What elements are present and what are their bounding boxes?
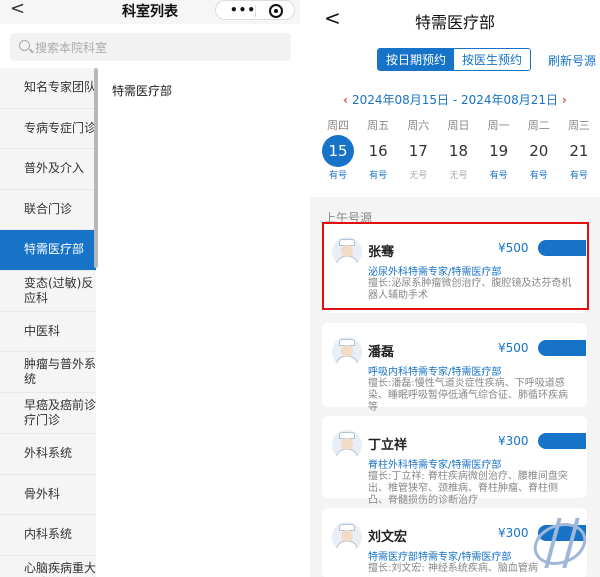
day-cell[interactable]: 周六 17 无号 [400, 117, 436, 181]
department-label: 心脑疾病重大风险预防预测 [24, 560, 97, 577]
next-week-icon[interactable]: › [562, 93, 567, 107]
mini-program-capsule: ••• [215, 0, 295, 20]
doctor-card[interactable]: 丁立祥 ¥300 脊柱外科特需专家/特需医疗部 擅长:丁立祥: 脊柱疾病微创治疗… [322, 416, 587, 506]
doctor-name: 刘文宏 [368, 530, 408, 545]
department-item[interactable]: 专病专症门诊 [0, 108, 97, 149]
department-label: 骨外科 [24, 486, 61, 501]
availability-status: 无号 [449, 171, 468, 181]
weekday-label: 周日 [447, 119, 470, 132]
department-item[interactable]: 知名专家团队 [0, 68, 96, 109]
prev-week-icon[interactable]: ‹ [343, 93, 348, 107]
left-header: < 科室列表 ••• [0, 0, 300, 24]
doctor-price: ¥300 [498, 526, 529, 540]
department-list-scrollbar[interactable] [94, 68, 98, 268]
date-number: 15 [322, 135, 354, 167]
department-item[interactable]: 变态(过敏)反应科 [0, 270, 96, 312]
day-cell[interactable]: 周四 15 有号 [320, 117, 356, 181]
sub-department-item[interactable]: 特需医疗部 [112, 82, 172, 99]
doctor-department: 脊柱外科特需专家/特需医疗部 [368, 460, 502, 471]
target-icon[interactable] [269, 4, 283, 18]
doctor-name: 丁立祥 [368, 438, 408, 453]
tab-by-doctor[interactable]: 按医生预约 [454, 49, 530, 70]
availability-status: 有号 [569, 171, 588, 181]
department-label: 联合门诊 [24, 201, 73, 216]
department-label: 早癌及癌前诊疗门诊 [24, 398, 97, 427]
department-label: 外科系统 [24, 446, 73, 461]
department-label: 变态(过敏)反应科 [24, 275, 94, 305]
weekday-label: 周二 [527, 119, 550, 132]
doctor-avatar [332, 430, 362, 460]
search-placeholder: 搜索本院科室 [35, 41, 108, 55]
weekday-label: 周五 [367, 119, 390, 132]
capsule-divider [255, 5, 256, 17]
availability-status: 无号 [409, 171, 428, 181]
doctor-specialty: 擅长:丁立祥: 脊柱疾病微创治疗、腰椎间盘突出、椎管狭窄、颈椎病、脊柱肿瘤、脊柱… [368, 471, 568, 506]
doctor-specialty: 擅长:潘磊:慢性气道炎症性疾病、下呼吸道感染、睡眠呼吸暂停低通气综合征、肺循环疾… [368, 378, 568, 413]
doctor-card[interactable]: 潘磊 ¥500 呼吸内科特需专家/特需医疗部 擅长:潘磊:慢性气道炎症性疾病、下… [322, 323, 587, 413]
watermark-logo [527, 515, 593, 573]
department-list: 知名专家团队 专病专症门诊 普外及介入 联合门诊 特需医疗部 变态(过敏)反应科… [0, 68, 96, 577]
department-label: 普外及介入 [24, 161, 85, 176]
department-item[interactable]: 心脑疾病重大风险预防预测 [0, 555, 97, 577]
weekday-label: 周四 [327, 119, 349, 132]
availability-status: 有号 [328, 171, 347, 181]
date-number: 16 [368, 142, 388, 160]
page-title: 特需医疗部 [414, 13, 495, 32]
department-label: 知名专家团队 [24, 80, 97, 95]
doctor-name: 潘磊 [368, 345, 395, 360]
day-cell[interactable]: 周二 20 有号 [521, 117, 557, 181]
more-icon[interactable]: ••• [230, 3, 256, 17]
search-icon [19, 40, 30, 51]
department-item[interactable]: 肿瘤与普外系统 [0, 352, 96, 393]
department-item[interactable]: 中医科 [0, 311, 96, 352]
date-number: 21 [569, 142, 589, 160]
date-number: 20 [529, 142, 549, 160]
highlight-box [322, 222, 589, 310]
doctor-avatar [332, 337, 362, 367]
date-number: 18 [448, 142, 469, 160]
department-item[interactable]: 早癌及癌前诊疗门诊 [0, 393, 96, 434]
department-label: 专病专症门诊 [24, 120, 97, 135]
availability-status: 有号 [369, 171, 388, 181]
book-button[interactable] [538, 340, 586, 356]
doctor-department: 特需医疗部特需专家/特需医疗部 [368, 552, 512, 563]
date-range: ‹ 2024年08月15日 - 2024年08月21日 › [310, 91, 600, 108]
department-item[interactable]: 内科系统 [0, 515, 96, 556]
department-item[interactable]: 联合门诊 [0, 189, 96, 230]
weekday-label: 周一 [487, 119, 510, 132]
date-range-text: 2024年08月15日 - 2024年08月21日 [351, 93, 559, 107]
doctor-price: ¥300 [498, 434, 529, 448]
doctor-avatar [332, 522, 362, 552]
tab-by-date[interactable]: 按日期预约 [378, 49, 454, 70]
search-input[interactable]: 搜索本院科室 [10, 33, 291, 61]
date-number: 19 [489, 142, 509, 160]
date-number: 17 [408, 142, 428, 160]
day-cell[interactable]: 周日 18 无号 [440, 117, 476, 181]
book-button[interactable] [538, 433, 586, 449]
refresh-slots-link[interactable]: 刷新号源 [548, 52, 596, 69]
day-cell[interactable]: 周一 19 有号 [481, 117, 517, 181]
day-cell[interactable]: 周三 21 有号 [561, 117, 597, 181]
department-list-panel: < 科室列表 ••• 搜索本院科室 知名专家团队 专病专症门诊 普外及介入 联合… [0, 0, 300, 577]
doctor-department: 呼吸内科特需专家/特需医疗部 [368, 367, 502, 378]
department-label: 肿瘤与普外系统 [24, 357, 97, 386]
department-item[interactable]: 外科系统 [0, 434, 96, 475]
department-label: 内科系统 [24, 527, 73, 542]
department-item[interactable]: 骨外科 [0, 474, 96, 515]
availability-status: 有号 [529, 171, 548, 181]
booking-mode-tabs: 按日期预约 按医生预约 [377, 48, 531, 71]
department-label: 特需医疗部 [24, 242, 85, 257]
day-cell[interactable]: 周五 16 有号 [360, 117, 396, 181]
doctor-price: ¥500 [498, 341, 529, 355]
department-label: 中医科 [24, 323, 61, 338]
weekday-label: 周六 [407, 119, 430, 132]
availability-status: 有号 [489, 171, 508, 181]
weekday-label: 周三 [567, 119, 590, 132]
department-item-active[interactable]: 特需医疗部 [0, 230, 96, 271]
week-selector: 周四 15 有号 周五 16 有号 周六 17 无号 周日 18 无号 周一 1… [320, 117, 597, 181]
department-item[interactable]: 普外及介入 [0, 149, 96, 190]
